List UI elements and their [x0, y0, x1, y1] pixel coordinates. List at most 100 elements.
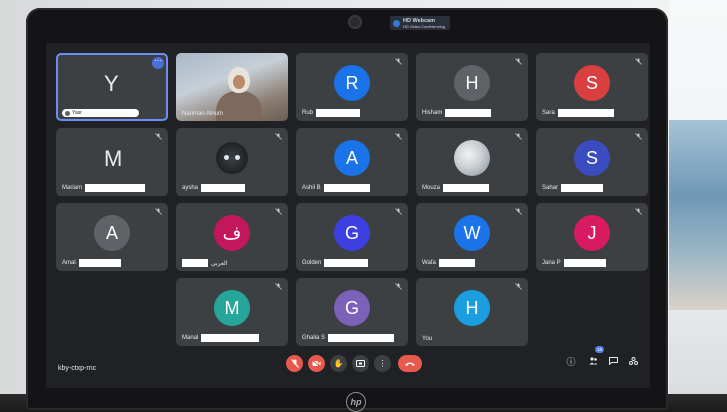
participant-name-text: Amal — [62, 260, 76, 266]
participant-tile[interactable]: G Golden — [296, 203, 408, 271]
camera-off-icon — [312, 360, 321, 367]
participant-avatar: S — [574, 65, 610, 101]
participant-avatar-photo — [454, 140, 490, 176]
participant-name: Mariam — [62, 184, 146, 192]
participant-name-text: Wafa — [422, 260, 436, 266]
participant-tile[interactable]: A Amal — [56, 203, 168, 271]
participant-tile[interactable]: M Manal — [176, 278, 288, 346]
meeting-code: kby-ctxp-rnc — [58, 365, 97, 372]
participant-name: Rub — [302, 109, 361, 117]
camera-toggle-button[interactable] — [308, 355, 325, 372]
mic-muted-icon — [155, 208, 162, 215]
participant-name-text: Hisham — [422, 110, 443, 116]
mic-muted-icon — [635, 58, 642, 65]
participant-name: Sahar — [542, 184, 604, 192]
participant-name: Jana P — [542, 259, 606, 267]
redaction-bar — [328, 334, 395, 342]
participant-avatar: H — [454, 290, 490, 326]
participant-name: Sara — [542, 109, 614, 117]
participant-name-text: Golden — [302, 260, 322, 266]
chat-button[interactable] — [606, 354, 620, 368]
participant-avatar: A — [94, 215, 130, 251]
participant-avatar: G — [334, 290, 370, 326]
participant-name: العربي — [182, 259, 227, 267]
activities-icon — [628, 357, 638, 365]
leave-call-button[interactable] — [398, 355, 422, 372]
participant-tile[interactable]: Y ⋯ Yasr — [56, 53, 168, 121]
raise-hand-button[interactable]: ✋ — [330, 355, 347, 372]
self-name-chip: Yasr — [62, 109, 139, 117]
redaction-bar — [445, 109, 492, 117]
participant-name-text: Ghalia S — [302, 335, 326, 341]
mic-muted-icon — [515, 133, 522, 140]
participant-name: Golden — [302, 259, 369, 267]
participant-tile[interactable]: S Sara — [536, 53, 648, 121]
participant-name: Ghalia S — [302, 334, 395, 342]
participant-avatar: G — [334, 215, 370, 251]
participant-tile[interactable]: M Mariam — [56, 128, 168, 196]
mic-muted-icon — [275, 283, 282, 290]
participant-name: Nariman Alnum — [182, 111, 223, 117]
tile-more-options-icon[interactable]: ⋯ — [152, 57, 164, 69]
participant-tile[interactable]: R Rub — [296, 53, 408, 121]
meeting-details-button[interactable]: ⓘ — [564, 354, 578, 368]
redaction-bar — [182, 259, 208, 267]
hp-logo: hp — [346, 392, 366, 412]
participant-name-text: Nariman Alnum — [182, 111, 224, 117]
participant-name-suffix: العربي — [211, 260, 228, 267]
pin-icon — [65, 110, 70, 116]
redaction-bar — [557, 109, 614, 117]
participant-tile[interactable]: Nariman Alnum — [176, 53, 288, 121]
mic-muted-icon — [635, 208, 642, 215]
participant-avatar: H — [454, 65, 490, 101]
participant-name-text: Sara — [542, 110, 555, 116]
hd-badge-icon — [393, 19, 400, 27]
participant-name: Hisham — [422, 109, 492, 117]
participant-avatar: S — [574, 140, 610, 176]
mic-muted-icon — [395, 283, 402, 290]
participant-tile[interactable]: W Wafa — [416, 203, 528, 271]
participant-tile[interactable]: aysha — [176, 128, 288, 196]
redaction-bar — [561, 184, 604, 192]
participant-tile[interactable]: H Hisham — [416, 53, 528, 121]
more-vert-icon: ⋮ — [378, 359, 387, 368]
people-count-badge: 18 — [595, 346, 604, 353]
mic-toggle-button[interactable] — [286, 355, 303, 372]
redaction-bar — [85, 184, 146, 192]
meet-screen: Y ⋯ Yasr Nariman Alnum R Rub H Hisham S Sara M Mari… — [46, 43, 650, 388]
participant-name: Ashil B — [302, 184, 370, 192]
chat-icon — [608, 357, 618, 365]
redaction-bar — [323, 184, 370, 192]
activities-button[interactable] — [626, 354, 640, 368]
participant-tile[interactable]: ف العربي — [176, 203, 288, 271]
participant-name-text: Manal — [182, 335, 199, 341]
participant-tile[interactable]: J Jana P — [536, 203, 648, 271]
people-button[interactable] — [586, 354, 600, 368]
participant-avatar: J — [574, 215, 610, 251]
mic-muted-icon — [515, 58, 522, 65]
redaction-bar — [324, 259, 369, 267]
participant-avatar: R — [334, 65, 370, 101]
participant-name-text: Jana P — [542, 260, 561, 266]
present-button[interactable] — [352, 355, 369, 372]
participant-avatar: M — [214, 290, 250, 326]
participant-name-text: Mariam — [62, 185, 83, 191]
participant-name: aysha — [182, 184, 246, 192]
participant-name: Manal — [182, 334, 260, 342]
participant-avatar: W — [454, 215, 490, 251]
mic-muted-icon — [635, 133, 642, 140]
redaction-bar — [443, 184, 490, 192]
mic-muted-icon — [515, 283, 522, 290]
participant-name-text: You — [422, 336, 433, 342]
participant-tile[interactable]: H You — [416, 278, 528, 346]
webcam-lens — [348, 15, 362, 29]
participant-tile[interactable]: Mouza — [416, 128, 528, 196]
participant-tile[interactable]: G Ghalia S — [296, 278, 408, 346]
participant-tile[interactable]: A Ashil B — [296, 128, 408, 196]
redaction-bar — [83, 110, 136, 116]
mic-muted-icon — [275, 208, 282, 215]
participant-tile[interactable]: S Sahar — [536, 128, 648, 196]
more-options-button[interactable]: ⋮ — [374, 355, 391, 372]
mic-muted-icon — [395, 58, 402, 65]
people-icon — [589, 357, 597, 365]
